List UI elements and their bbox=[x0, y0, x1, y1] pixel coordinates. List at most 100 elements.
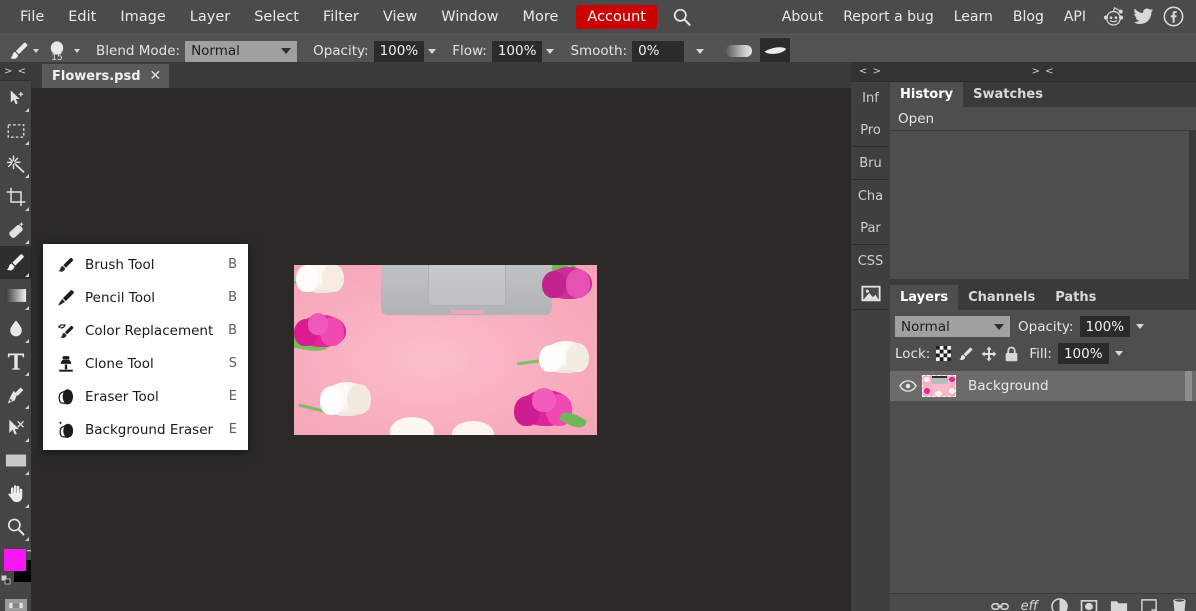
flow-caret-icon[interactable] bbox=[546, 48, 555, 54]
side-tab-brushes[interactable]: Bru bbox=[851, 147, 890, 179]
lock-transparent-pixels-icon[interactable] bbox=[936, 346, 952, 361]
side-tab-info[interactable]: Inf bbox=[851, 82, 890, 114]
link-api[interactable]: API bbox=[1054, 0, 1096, 33]
flyout-item-label: Color Replacement bbox=[85, 322, 214, 339]
smooth-caret-icon[interactable] bbox=[696, 48, 705, 54]
tool-gradient[interactable] bbox=[0, 279, 31, 312]
tool-zoom[interactable] bbox=[0, 510, 31, 543]
side-strip-collapse-button[interactable]: < > bbox=[851, 62, 890, 82]
menu-file[interactable]: File bbox=[8, 0, 56, 33]
layer-mask-button[interactable] bbox=[1080, 598, 1098, 611]
tab-swatches[interactable]: Swatches bbox=[963, 82, 1053, 107]
layer-thumbnail[interactable] bbox=[922, 375, 956, 397]
tool-crop[interactable] bbox=[0, 180, 31, 213]
reddit-link[interactable] bbox=[1100, 4, 1126, 30]
delete-layer-button[interactable] bbox=[1170, 598, 1188, 611]
tool-path-select[interactable] bbox=[0, 411, 31, 444]
tool-hand[interactable] bbox=[0, 477, 31, 510]
new-layer-button[interactable] bbox=[1140, 598, 1158, 611]
side-tab-css[interactable]: CSS bbox=[851, 245, 890, 277]
menu-more[interactable]: More bbox=[510, 0, 570, 33]
foreground-color-swatch[interactable] bbox=[4, 549, 26, 571]
opacity-caret-icon[interactable] bbox=[428, 48, 437, 54]
blend-mode-select[interactable]: Normal bbox=[185, 40, 298, 62]
layer-opacity-input[interactable]: 100% bbox=[1079, 316, 1131, 337]
tab-history[interactable]: History bbox=[890, 82, 964, 107]
layer-opacity-caret-icon[interactable] bbox=[1136, 324, 1145, 329]
link-layers-button[interactable] bbox=[990, 598, 1009, 611]
account-button[interactable]: Account bbox=[576, 4, 657, 29]
twitter-link[interactable] bbox=[1130, 4, 1156, 30]
flow-input[interactable]: 100% bbox=[491, 40, 543, 62]
brush-tool-flyout-menu[interactable]: Brush Tool B Pencil Tool B Color Replace… bbox=[43, 244, 248, 450]
tab-layers[interactable]: Layers bbox=[890, 285, 959, 310]
color-swatches[interactable] bbox=[0, 547, 36, 593]
document-tab[interactable]: Flowers.psd ✕ bbox=[42, 64, 170, 88]
tool-type[interactable] bbox=[0, 345, 31, 378]
tab-paths[interactable]: Paths bbox=[1045, 285, 1107, 310]
link-report-a-bug[interactable]: Report a bug bbox=[833, 0, 944, 33]
artboard[interactable] bbox=[294, 265, 597, 435]
tab-channels[interactable]: Channels bbox=[958, 285, 1046, 310]
menu-window[interactable]: Window bbox=[429, 0, 510, 33]
tool-preset-picker[interactable] bbox=[8, 40, 39, 62]
brush-size-picker[interactable]: 15 bbox=[45, 40, 69, 62]
flyout-clone-tool[interactable]: Clone Tool S bbox=[43, 347, 248, 380]
tool-preset-caret-icon[interactable] bbox=[33, 49, 39, 53]
layers-scrollbar[interactable] bbox=[1185, 371, 1192, 401]
history-item-open[interactable]: Open bbox=[890, 107, 1196, 131]
opacity-input[interactable]: 100% bbox=[373, 40, 425, 62]
rectangular-marquee-icon bbox=[7, 123, 24, 138]
table-row[interactable]: Background bbox=[890, 371, 1196, 401]
layers-list[interactable]: Background bbox=[890, 371, 1196, 593]
side-tab-image[interactable] bbox=[851, 277, 890, 309]
side-tab-properties[interactable]: Pro bbox=[851, 114, 890, 146]
lock-position-icon[interactable] bbox=[981, 346, 997, 362]
menu-view[interactable]: View bbox=[371, 0, 429, 33]
link-blog[interactable]: Blog bbox=[1003, 0, 1054, 33]
tool-move[interactable] bbox=[0, 81, 31, 114]
toolbar-collapse-button[interactable]: > < bbox=[0, 62, 31, 81]
tool-shape[interactable] bbox=[0, 444, 31, 477]
new-group-button[interactable] bbox=[1110, 598, 1128, 611]
side-tab-paragraph[interactable]: Par bbox=[851, 212, 890, 244]
menu-filter[interactable]: Filter bbox=[311, 0, 371, 33]
tool-pen[interactable] bbox=[0, 378, 31, 411]
layer-effects-button[interactable]: eff bbox=[1021, 598, 1038, 611]
tool-brush[interactable] bbox=[0, 246, 31, 279]
right-panels-collapse-button[interactable]: > < bbox=[890, 62, 1196, 82]
quick-mask-button[interactable] bbox=[4, 599, 27, 611]
fill-caret-icon[interactable] bbox=[1114, 351, 1123, 356]
tool-magic-wand[interactable] bbox=[0, 147, 31, 180]
brush-preset-caret-icon[interactable] bbox=[74, 49, 80, 53]
lock-image-pixels-icon[interactable] bbox=[958, 346, 974, 362]
flyout-brush-tool[interactable]: Brush Tool B bbox=[43, 248, 248, 281]
airbrush-toggle[interactable] bbox=[726, 45, 753, 57]
menu-image[interactable]: Image bbox=[108, 0, 177, 33]
brush-tip-button[interactable] bbox=[760, 38, 791, 64]
link-about[interactable]: About bbox=[772, 0, 833, 33]
tool-blur[interactable] bbox=[0, 312, 31, 345]
menu-select[interactable]: Select bbox=[242, 0, 311, 33]
flyout-background-eraser[interactable]: Background Eraser E bbox=[43, 413, 248, 446]
history-list-body[interactable] bbox=[890, 131, 1189, 279]
layer-visibility-toggle[interactable] bbox=[896, 380, 920, 392]
close-icon[interactable]: ✕ bbox=[150, 69, 162, 83]
reset-colors-icon[interactable] bbox=[1, 575, 13, 587]
adjustment-layer-button[interactable] bbox=[1050, 598, 1068, 611]
side-tab-character[interactable]: Cha bbox=[851, 180, 890, 212]
tool-marquee[interactable] bbox=[0, 114, 31, 147]
fill-input[interactable]: 100% bbox=[1057, 343, 1109, 364]
menu-edit[interactable]: Edit bbox=[56, 0, 108, 33]
flyout-eraser-tool[interactable]: Eraser Tool E bbox=[43, 380, 248, 413]
layer-blend-mode-select[interactable]: Normal bbox=[895, 316, 1010, 337]
lock-all-icon[interactable] bbox=[1004, 346, 1019, 362]
facebook-link[interactable] bbox=[1160, 4, 1186, 30]
menu-layer[interactable]: Layer bbox=[178, 0, 242, 33]
search-button[interactable] bbox=[664, 7, 700, 27]
smooth-input[interactable]: 0% bbox=[632, 40, 685, 62]
flyout-color-replacement[interactable]: Color Replacement B bbox=[43, 314, 248, 347]
tool-healing[interactable] bbox=[0, 213, 31, 246]
flyout-pencil-tool[interactable]: Pencil Tool B bbox=[43, 281, 248, 314]
link-learn[interactable]: Learn bbox=[944, 0, 1003, 33]
